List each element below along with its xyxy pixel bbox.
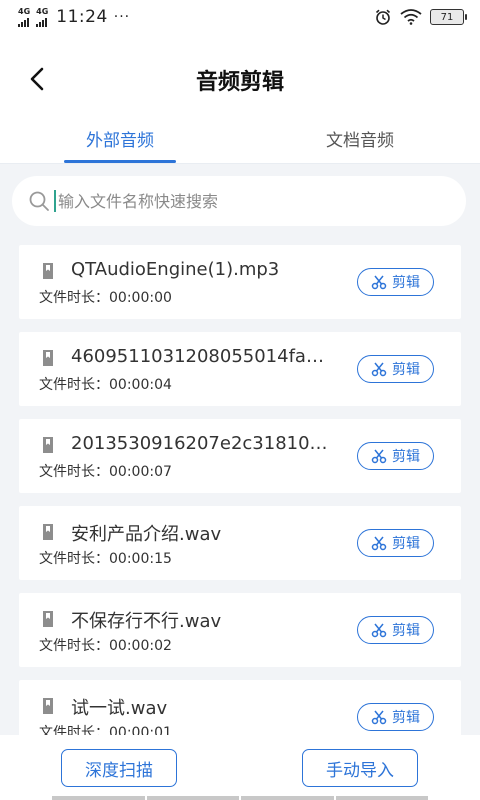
cut-button-label: 剪辑	[392, 710, 420, 726]
manual-import-button[interactable]: 手动导入	[302, 749, 418, 787]
duration-label: 文件时长：	[39, 377, 109, 393]
cut-button[interactable]: 剪辑	[357, 703, 434, 731]
wifi-icon	[400, 9, 422, 25]
file-duration: 文件时长：00:00:00	[39, 287, 172, 307]
cut-button[interactable]: 剪辑	[357, 529, 434, 557]
duration-value: 00:00:00	[109, 290, 172, 306]
network-type-2: 4G	[36, 6, 49, 16]
cut-button[interactable]: 剪辑	[357, 616, 434, 644]
tab-bar: 外部音频 文档音频	[0, 114, 480, 164]
text-cursor	[54, 190, 56, 212]
file-name: 不保存行不行.wav	[71, 611, 222, 632]
cut-button-label: 剪辑	[392, 449, 420, 465]
cut-button-label: 剪辑	[392, 362, 420, 378]
search-input[interactable]	[58, 191, 438, 211]
duration-value: 00:00:02	[109, 638, 172, 654]
deep-scan-button[interactable]: 深度扫描	[61, 749, 177, 787]
duration-label: 文件时长：	[39, 290, 109, 306]
duration-value: 00:00:15	[109, 551, 172, 567]
cut-button[interactable]: 剪辑	[357, 268, 434, 296]
network-type-1: 4G	[18, 6, 31, 16]
file-duration: 文件时长：00:00:02	[39, 635, 172, 655]
scissors-icon	[371, 710, 387, 725]
scissors-icon	[371, 449, 387, 464]
search-icon	[29, 191, 49, 211]
audio-file-icon	[43, 611, 53, 627]
duration-value: 00:00:04	[109, 377, 172, 393]
cut-button-label: 剪辑	[392, 536, 420, 552]
file-name: QTAudioEngine(1).mp3	[71, 259, 280, 280]
duration-label: 文件时长：	[39, 464, 109, 480]
bottom-action-bar: 深度扫描 手动导入	[0, 735, 480, 800]
tab-document-audio[interactable]: 文档音频	[240, 114, 480, 163]
scissors-icon	[371, 623, 387, 638]
battery-icon: 71	[430, 9, 467, 25]
alarm-icon	[375, 9, 391, 25]
file-duration: 文件时长：00:00:04	[39, 374, 172, 394]
audio-file-icon	[43, 263, 53, 279]
page-title: 音频剪辑	[195, 70, 284, 95]
scissors-icon	[371, 275, 387, 290]
cut-button[interactable]: 剪辑	[357, 442, 434, 470]
battery-level: 71	[440, 11, 454, 23]
status-time: 11:24	[56, 7, 108, 27]
file-name: 安利产品介绍.wav	[71, 524, 222, 545]
duration-label: 文件时长：	[39, 551, 109, 567]
audio-file-icon	[43, 698, 53, 714]
file-name: 4609511031208055014fa…	[71, 346, 324, 367]
scissors-icon	[371, 362, 387, 377]
file-duration: 文件时长：00:00:07	[39, 461, 172, 481]
audio-file-icon	[43, 350, 53, 366]
duration-label: 文件时长：	[39, 638, 109, 654]
list-item[interactable]: 安利产品介绍.wav 文件时长：00:00:15 剪辑	[19, 506, 461, 580]
cut-button[interactable]: 剪辑	[357, 355, 434, 383]
header: 音频剪辑	[0, 34, 480, 126]
tab-label: 文档音频	[326, 131, 394, 151]
navigation-hint-bar	[52, 796, 428, 800]
audio-file-list: QTAudioEngine(1).mp3 文件时长：00:00:00 剪辑 46…	[19, 245, 461, 767]
file-name: 2013530916207e2c31810…	[71, 433, 328, 454]
signal-icon-2: 4G	[36, 6, 49, 27]
list-item[interactable]: 2013530916207e2c31810… 文件时长：00:00:07 剪辑	[19, 419, 461, 493]
duration-value: 00:00:07	[109, 464, 172, 480]
scissors-icon	[371, 536, 387, 551]
audio-file-icon	[43, 437, 53, 453]
list-item[interactable]: 不保存行不行.wav 文件时长：00:00:02 剪辑	[19, 593, 461, 667]
active-tab-indicator	[64, 160, 176, 163]
more-notifications-icon: ···	[113, 9, 131, 25]
tab-external-audio[interactable]: 外部音频	[0, 114, 240, 163]
list-item[interactable]: 4609511031208055014fa… 文件时长：00:00:04 剪辑	[19, 332, 461, 406]
status-bar: 4G 4G 11:24 ··· 71	[0, 0, 480, 34]
cut-button-label: 剪辑	[392, 275, 420, 291]
audio-file-icon	[43, 524, 53, 540]
search-bar[interactable]	[12, 176, 466, 226]
tab-label: 外部音频	[86, 131, 154, 151]
list-item[interactable]: QTAudioEngine(1).mp3 文件时长：00:00:00 剪辑	[19, 245, 461, 319]
file-name: 试一试.wav	[71, 698, 168, 719]
signal-icon: 4G	[18, 6, 31, 27]
cut-button-label: 剪辑	[392, 623, 420, 639]
file-duration: 文件时长：00:00:15	[39, 548, 172, 568]
